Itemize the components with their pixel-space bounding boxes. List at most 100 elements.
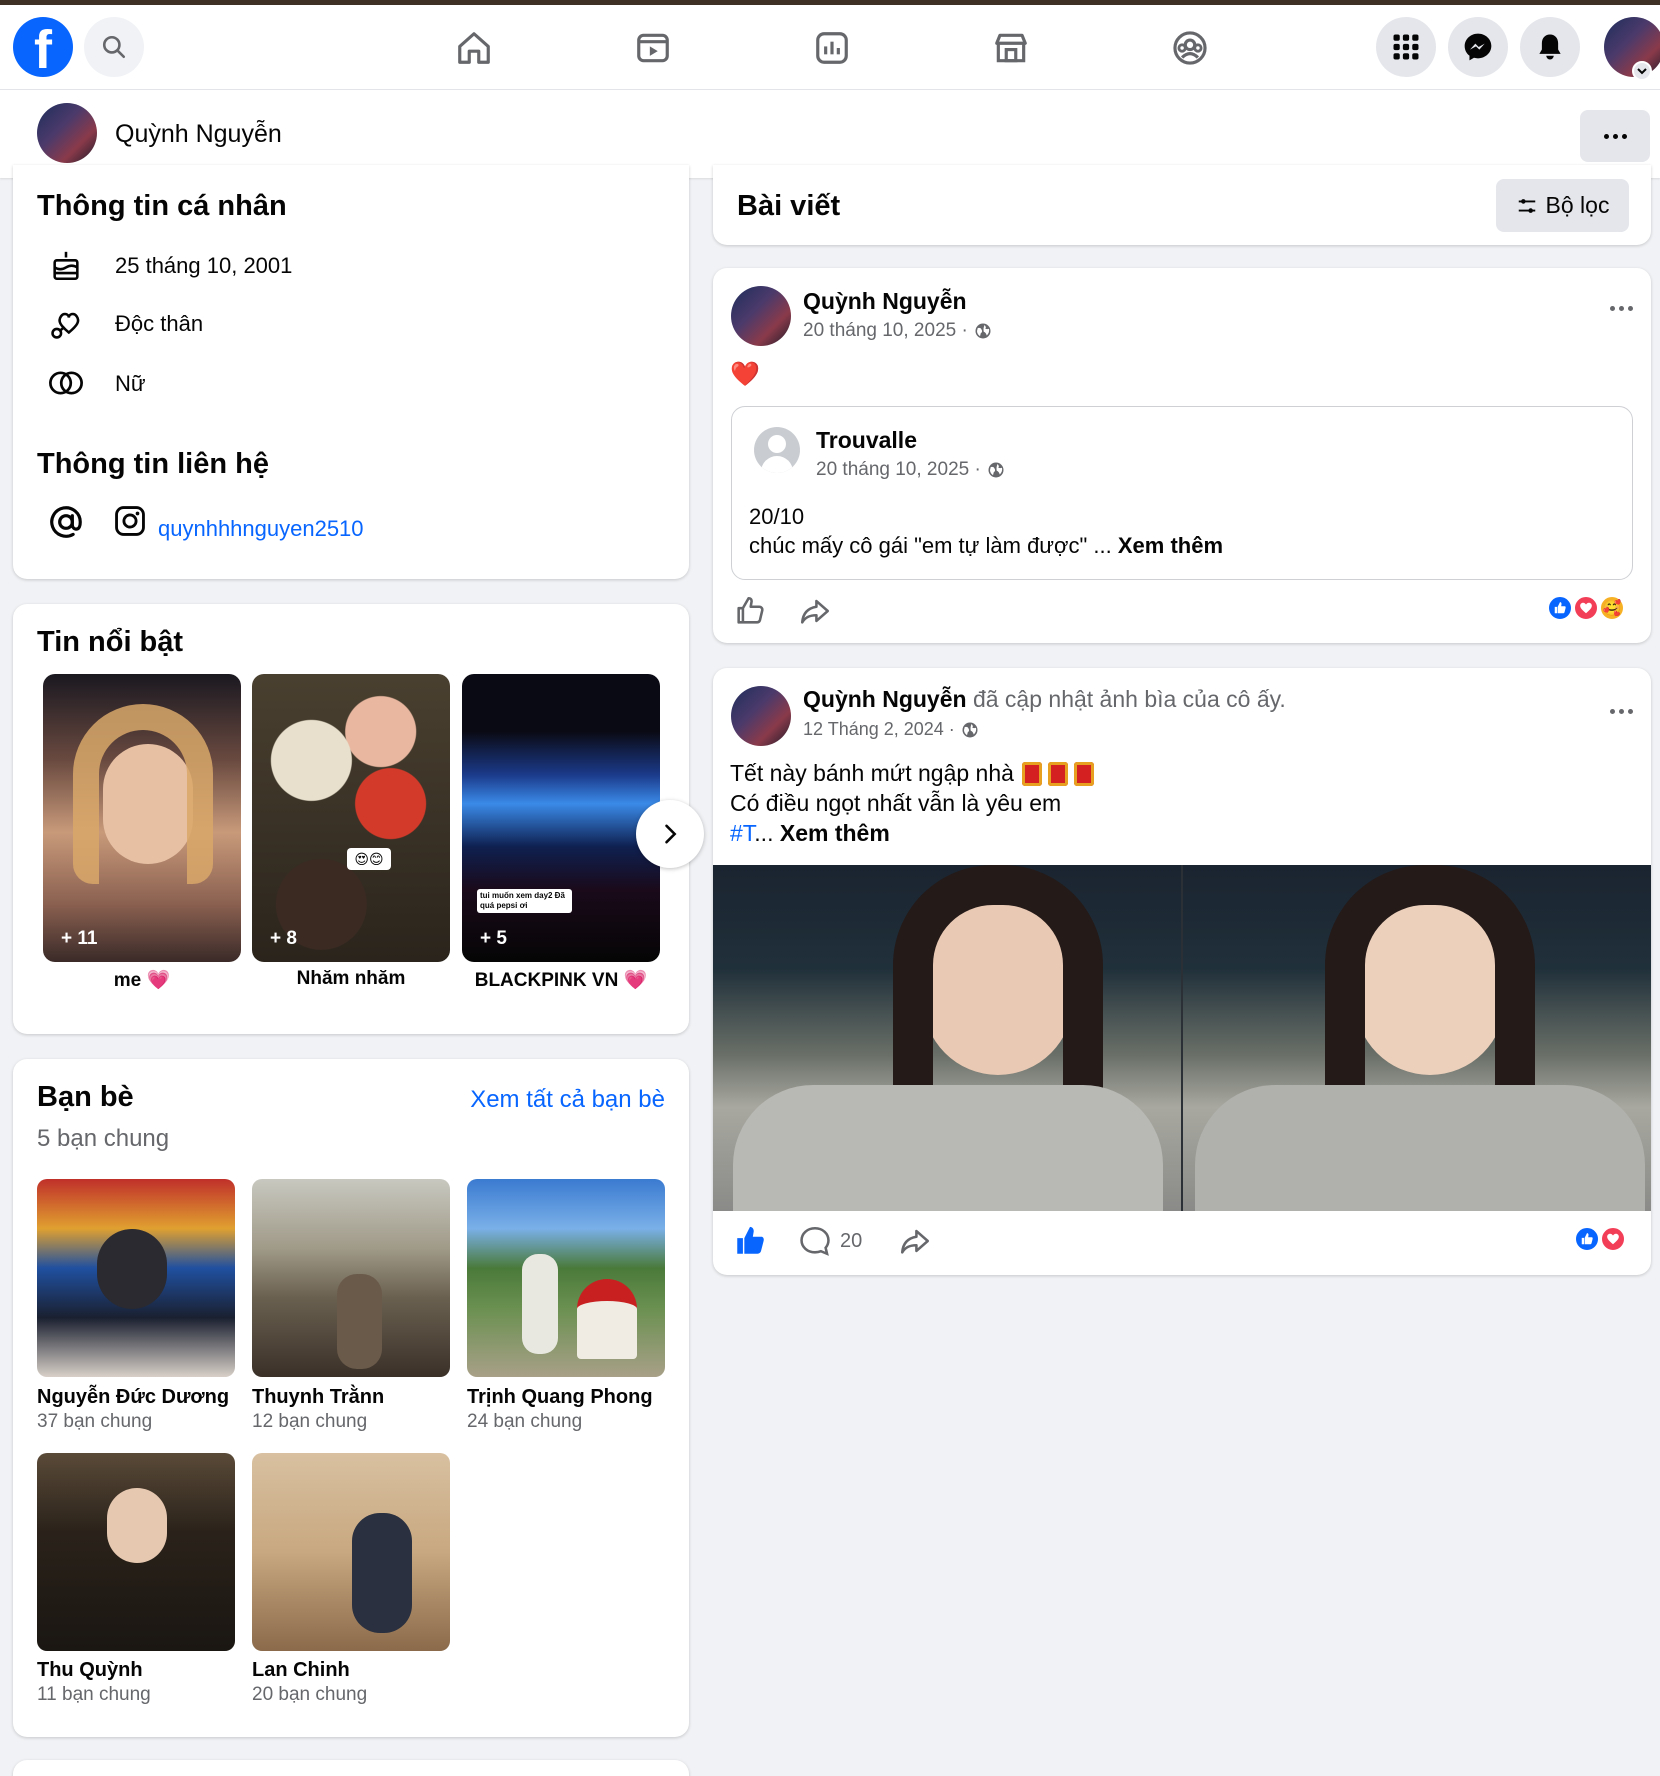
friend-name[interactable]: Thuynh Trằnn [252, 1386, 384, 1409]
messenger-button[interactable] [1448, 17, 1508, 77]
hashtag-link[interactable]: #T [730, 820, 754, 846]
shared-post[interactable]: Trouvalle 20 tháng 10, 2025 · 20/10 chúc… [731, 406, 1633, 580]
post-card-1: Quỳnh Nguyễn 20 tháng 10, 2025 · ❤️ Trou… [713, 268, 1651, 643]
post-text-line2: Có điều ngọt nhất vẫn là yêu em [730, 790, 1062, 816]
friend-mutual: 20 bạn chung [252, 1684, 368, 1705]
reaction-like-icon[interactable] [1547, 595, 1573, 621]
highlights-next-button[interactable] [636, 800, 704, 868]
globe-icon [988, 462, 1004, 478]
friends-title: Bạn bè [37, 1081, 134, 1113]
shared-date[interactable]: 20 tháng 10, 2025 · [816, 459, 981, 481]
friend-mutual: 37 bạn chung [37, 1411, 153, 1432]
birthday-text: 25 tháng 10, 2001 [115, 253, 293, 278]
see-more-link[interactable]: Xem thêm [780, 820, 890, 846]
friend-name[interactable]: Nguyễn Đức Dương [37, 1386, 229, 1409]
menu-button[interactable] [1376, 17, 1436, 77]
post-author-avatar[interactable] [731, 286, 791, 346]
nav-tab-home[interactable] [444, 21, 504, 75]
post-date[interactable]: 20 tháng 10, 2025 · [803, 320, 968, 342]
post-header-line: Quỳnh Nguyễn đã cập nhật ảnh bìa của cô … [803, 686, 1286, 713]
reaction-love-icon[interactable] [1573, 595, 1599, 621]
nav-tab-dashboard[interactable] [802, 21, 862, 75]
home-icon [458, 32, 490, 64]
like-button[interactable] [733, 594, 767, 633]
friend-name[interactable]: Lan Chinh [252, 1659, 350, 1682]
cover-photo[interactable] [713, 865, 1651, 1211]
post-text: ❤️ [730, 361, 760, 388]
instagram-icon [115, 506, 145, 536]
profile-name[interactable]: Quỳnh Nguyễn [115, 120, 282, 149]
post-author-name[interactable]: Quỳnh Nguyễn [803, 686, 967, 712]
reaction-love-icon[interactable] [1600, 1226, 1626, 1252]
search-button[interactable] [84, 17, 144, 77]
friend-photo[interactable] [467, 1179, 665, 1377]
post-date[interactable]: 12 Tháng 2, 2024 · [803, 719, 955, 740]
reaction-care-icon[interactable]: 🥰 [1599, 595, 1625, 621]
comment-button[interactable]: 20 [798, 1224, 862, 1258]
post-options-button[interactable] [1610, 709, 1633, 714]
nav-tab-video[interactable] [623, 21, 683, 75]
post-text-line3: #T... Xem thêm [730, 820, 890, 846]
globe-icon [962, 722, 978, 737]
friend-photo[interactable] [37, 1179, 235, 1377]
shared-author-name[interactable]: Trouvalle [816, 427, 917, 454]
highlights-title: Tin nổi bật [37, 626, 184, 658]
gender-icon [49, 371, 83, 395]
search-icon [102, 35, 126, 59]
friend-photo-figure [337, 1274, 382, 1369]
see-all-friends-link[interactable]: Xem tất cả bạn bè [470, 1086, 665, 1114]
intro-card: Thông tin cá nhân 25 tháng 10, 2001 Độc … [13, 165, 689, 579]
shared-author-avatar[interactable] [754, 427, 800, 473]
more-dots-icon [1610, 306, 1633, 311]
highlight-story-me[interactable]: + 11 [43, 674, 241, 962]
groups-icon [1173, 31, 1207, 65]
like-button[interactable] [733, 1224, 767, 1263]
story-thumbnail-hair [73, 704, 213, 884]
chevron-down-icon [1637, 68, 1647, 75]
notifications-button[interactable] [1520, 17, 1580, 77]
comment-icon [800, 1226, 830, 1256]
friend-name[interactable]: Trịnh Quang Phong [467, 1386, 653, 1409]
cover-photo-left [713, 865, 1183, 1211]
friend-photo-figure [97, 1229, 167, 1309]
nav-tab-marketplace[interactable] [981, 21, 1041, 75]
post-author-name[interactable]: Quỳnh Nguyễn [803, 288, 967, 315]
filter-button[interactable]: Bộ lọc [1496, 179, 1629, 232]
post-options-button[interactable] [1610, 306, 1633, 311]
facebook-logo[interactable]: f [13, 17, 73, 77]
instagram-link[interactable]: quynhhhnguyen2510 [158, 516, 364, 542]
reaction-like-icon[interactable] [1574, 1226, 1600, 1252]
post-action-text: đã cập nhật ảnh bìa của cô ấy. [972, 686, 1286, 712]
shared-text-line1: 20/10 [749, 504, 805, 529]
filter-sliders-icon [1518, 198, 1535, 213]
post-author-avatar[interactable] [731, 686, 791, 746]
share-button[interactable] [898, 1224, 932, 1263]
next-card-edge [13, 1760, 689, 1776]
messenger-icon [1464, 33, 1492, 61]
post-meta: 20 tháng 10, 2025 · [803, 320, 992, 342]
post-meta: 12 Tháng 2, 2024 · [803, 719, 979, 740]
shared-meta: 20 tháng 10, 2025 · [816, 459, 1005, 481]
highlight-story-food[interactable]: 😍😊 + 8 [252, 674, 450, 962]
posts-header-card: Bài viết Bộ lọc [713, 165, 1651, 245]
profile-more-button[interactable] [1580, 110, 1650, 162]
profile-avatar[interactable] [37, 103, 97, 163]
nav-tab-groups[interactable] [1160, 21, 1220, 75]
account-menu-chevron[interactable] [1632, 61, 1652, 81]
friend-name[interactable]: Thu Quỳnh [37, 1659, 143, 1682]
chevron-right-icon [665, 824, 677, 844]
cover-photo-right [1185, 865, 1651, 1211]
see-more-link[interactable]: Xem thêm [1118, 533, 1223, 558]
shared-text-line2: chúc mấy cô gái "em tự làm được" ... Xem… [749, 533, 1224, 558]
relationship-text: Độc thân [115, 311, 204, 336]
highlight-story-concert[interactable]: tui muốn xem day2 Đã quá pepsi ơi + 5 [462, 674, 660, 962]
friend-photo[interactable] [37, 1453, 235, 1651]
email-at-icon [50, 506, 82, 538]
friend-photo[interactable] [252, 1179, 450, 1377]
relationship-heart-icon [51, 312, 80, 339]
friend-photo[interactable] [252, 1453, 450, 1651]
share-button[interactable] [798, 594, 832, 633]
thumbs-up-icon [737, 596, 764, 624]
thumbs-up-filled-icon [737, 1226, 764, 1254]
red-envelope-emojis [1021, 761, 1094, 786]
